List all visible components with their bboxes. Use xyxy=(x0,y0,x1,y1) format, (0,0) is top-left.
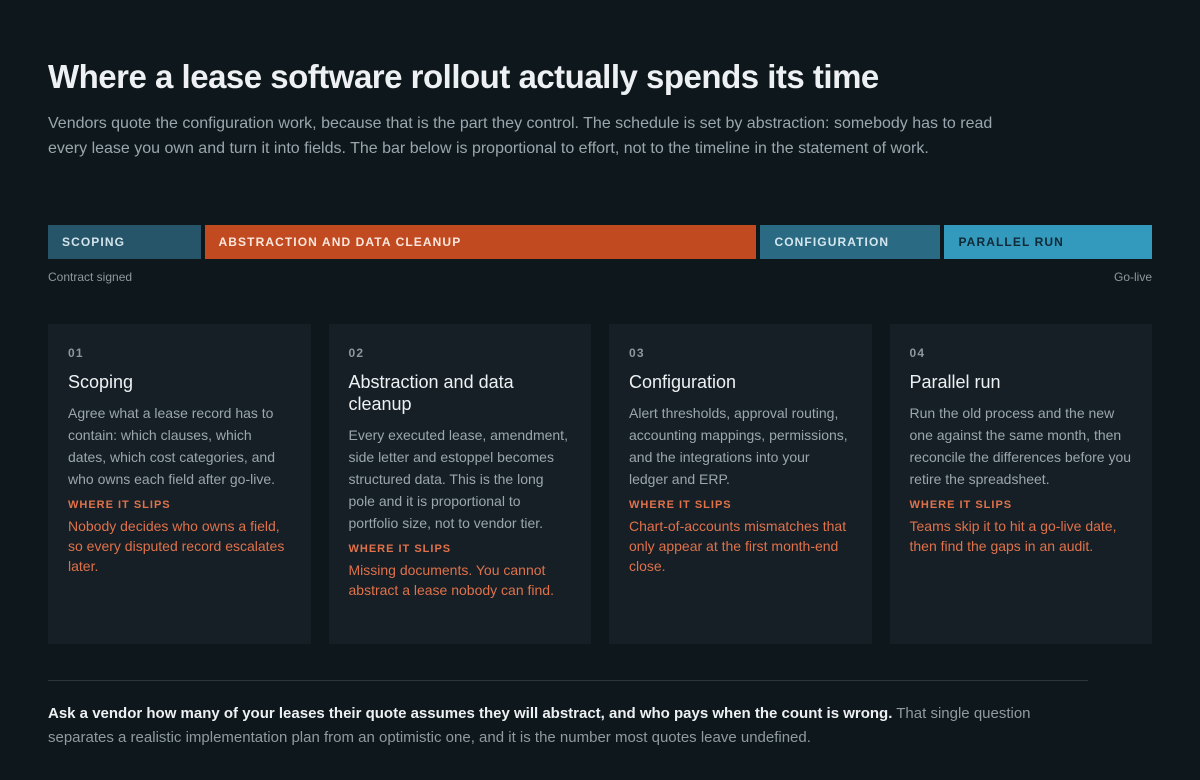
phase-label: CONFIGURATION xyxy=(774,235,890,249)
slip-label: WHERE IT SLIPS xyxy=(348,543,452,555)
phase-segment-scoping: SCOPING xyxy=(48,225,201,259)
card-number: 04 xyxy=(909,346,926,360)
phase-card-scoping: 01 Scoping Agree what a lease record has… xyxy=(48,324,311,644)
footer-note: Ask a vendor how many of your leases the… xyxy=(48,702,1088,750)
slip-text: Missing documents. You cannot abstract a… xyxy=(348,562,554,598)
phase-cards: 01 Scoping Agree what a lease record has… xyxy=(48,324,1152,644)
slip-text: Chart-of-accounts mismatches that only a… xyxy=(629,518,847,574)
card-body: Alert thresholds, approval routing, acco… xyxy=(629,405,848,487)
card-number: 01 xyxy=(68,346,84,360)
phase-segment-configuration: CONFIGURATION xyxy=(760,225,941,259)
card-body: Every executed lease, amendment, side le… xyxy=(348,427,568,531)
phase-segment-abstraction: ABSTRACTION AND DATA CLEANUP xyxy=(204,225,757,259)
slip-label: WHERE IT SLIPS xyxy=(629,499,732,511)
card-title: Parallel run xyxy=(909,372,1001,392)
timeline-start-label: Contract signed xyxy=(48,270,133,284)
slip-text: Nobody decides who owns a field, so ever… xyxy=(68,518,285,574)
phase-label: SCOPING xyxy=(62,235,126,249)
card-title: Configuration xyxy=(629,372,737,392)
effort-bar: SCOPING ABSTRACTION AND DATA CLEANUP CON… xyxy=(48,225,1152,259)
intro-paragraph: Vendors quote the configuration work, be… xyxy=(48,115,993,157)
phase-segment-parallel-run: PARALLEL RUN xyxy=(944,225,1152,259)
card-body: Agree what a lease record has to contain… xyxy=(68,405,276,487)
card-number: 02 xyxy=(348,346,365,360)
phase-label: PARALLEL RUN xyxy=(958,235,1064,249)
card-title: Abstraction and data cleanup xyxy=(348,372,514,414)
phase-card-abstraction: 02 Abstraction and data cleanup Every ex… xyxy=(328,324,591,644)
footer-lead: Ask a vendor how many of your leases the… xyxy=(48,705,893,722)
divider xyxy=(48,680,1088,681)
page: Where a lease software rollout actually … xyxy=(0,0,1200,780)
card-number: 03 xyxy=(629,346,645,360)
phase-card-configuration: 03 Configuration Alert thresholds, appro… xyxy=(609,324,872,644)
page-title: Where a lease software rollout actually … xyxy=(48,58,879,95)
timeline-end-label: Go-live xyxy=(1113,270,1152,284)
phase-card-parallel-run: 04 Parallel run Run the old process and … xyxy=(889,324,1152,644)
card-title: Scoping xyxy=(68,372,134,392)
slip-label: WHERE IT SLIPS xyxy=(68,499,171,511)
slip-label: WHERE IT SLIPS xyxy=(909,499,1013,511)
slip-text: Teams skip it to hit a go-live date, the… xyxy=(909,518,1117,554)
phase-label: ABSTRACTION AND DATA CLEANUP xyxy=(218,235,462,249)
card-body: Run the old process and the new one agai… xyxy=(909,405,1132,487)
